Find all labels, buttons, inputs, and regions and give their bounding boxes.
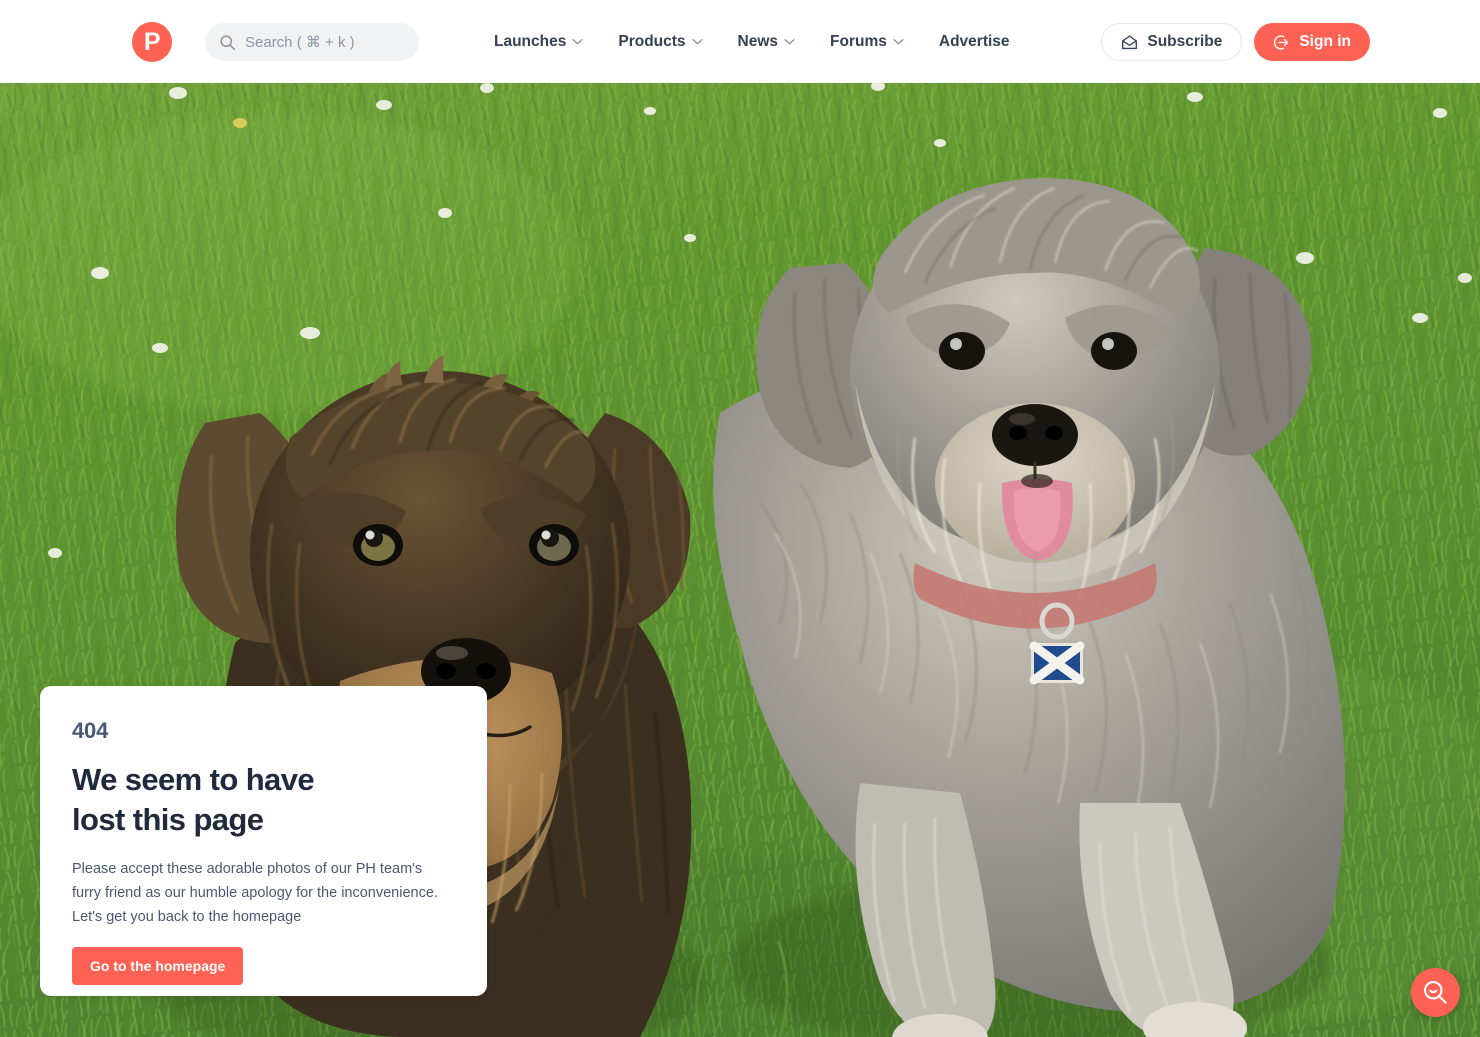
nav-item-advertise[interactable]: Advertise [939, 33, 1010, 51]
envelope-open-icon [1122, 34, 1138, 49]
main-nav: Launches Products News Forums Advertise [494, 0, 1010, 83]
nav-item-products[interactable]: Products [618, 32, 703, 51]
chevron-down-icon [572, 39, 583, 45]
subscribe-button[interactable]: Subscribe [1101, 23, 1243, 61]
search-input[interactable]: Search ( ⌘ + k ) [205, 23, 419, 61]
search-placeholder: Search ( ⌘ + k ) [245, 34, 355, 51]
page-title: We seem to have lost this page [72, 760, 455, 840]
arrow-right-circle-icon [1274, 34, 1289, 50]
error-description: Please accept these adorable photos of o… [72, 861, 438, 925]
go-to-homepage-button[interactable]: Go to the homepage [72, 947, 244, 985]
nav-item-news[interactable]: News [738, 33, 796, 51]
nav-item-label: News [737, 32, 779, 50]
magnifier-smile-icon [1423, 980, 1447, 1004]
chevron-down-icon [893, 39, 904, 45]
page-title-line-1: We seem to have [72, 762, 315, 797]
page-title-line-2: lost this page [72, 802, 264, 837]
nav-item-label: Forums [830, 32, 887, 50]
chevron-down-icon [691, 39, 703, 45]
sign-in-button[interactable]: Sign in [1254, 23, 1370, 61]
subscribe-label: Subscribe [1147, 33, 1223, 50]
nav-item-forums[interactable]: Forums [830, 33, 904, 51]
nav-item-launches[interactable]: Launches [494, 33, 583, 51]
nav-item-label: Launches [494, 32, 567, 50]
sign-in-label: Sign in [1299, 33, 1351, 50]
nav-item-label: Advertise [938, 32, 1010, 50]
help-widget-button[interactable] [1411, 968, 1460, 1017]
header-actions: Subscribe Sign in [1101, 23, 1370, 61]
page-root: P Search ( ⌘ + k ) Launches Products New… [0, 0, 1480, 1037]
search-icon [220, 34, 236, 50]
chevron-down-icon [784, 39, 795, 45]
nav-item-label: Products [618, 32, 686, 50]
product-hunt-logo-icon[interactable]: P [132, 22, 172, 62]
error-card: 404 We seem to have lost this page Please… [40, 686, 487, 996]
error-code: 404 [72, 718, 109, 743]
grey-dog [713, 178, 1345, 1037]
site-header: P Search ( ⌘ + k ) Launches Products New… [0, 0, 1480, 83]
